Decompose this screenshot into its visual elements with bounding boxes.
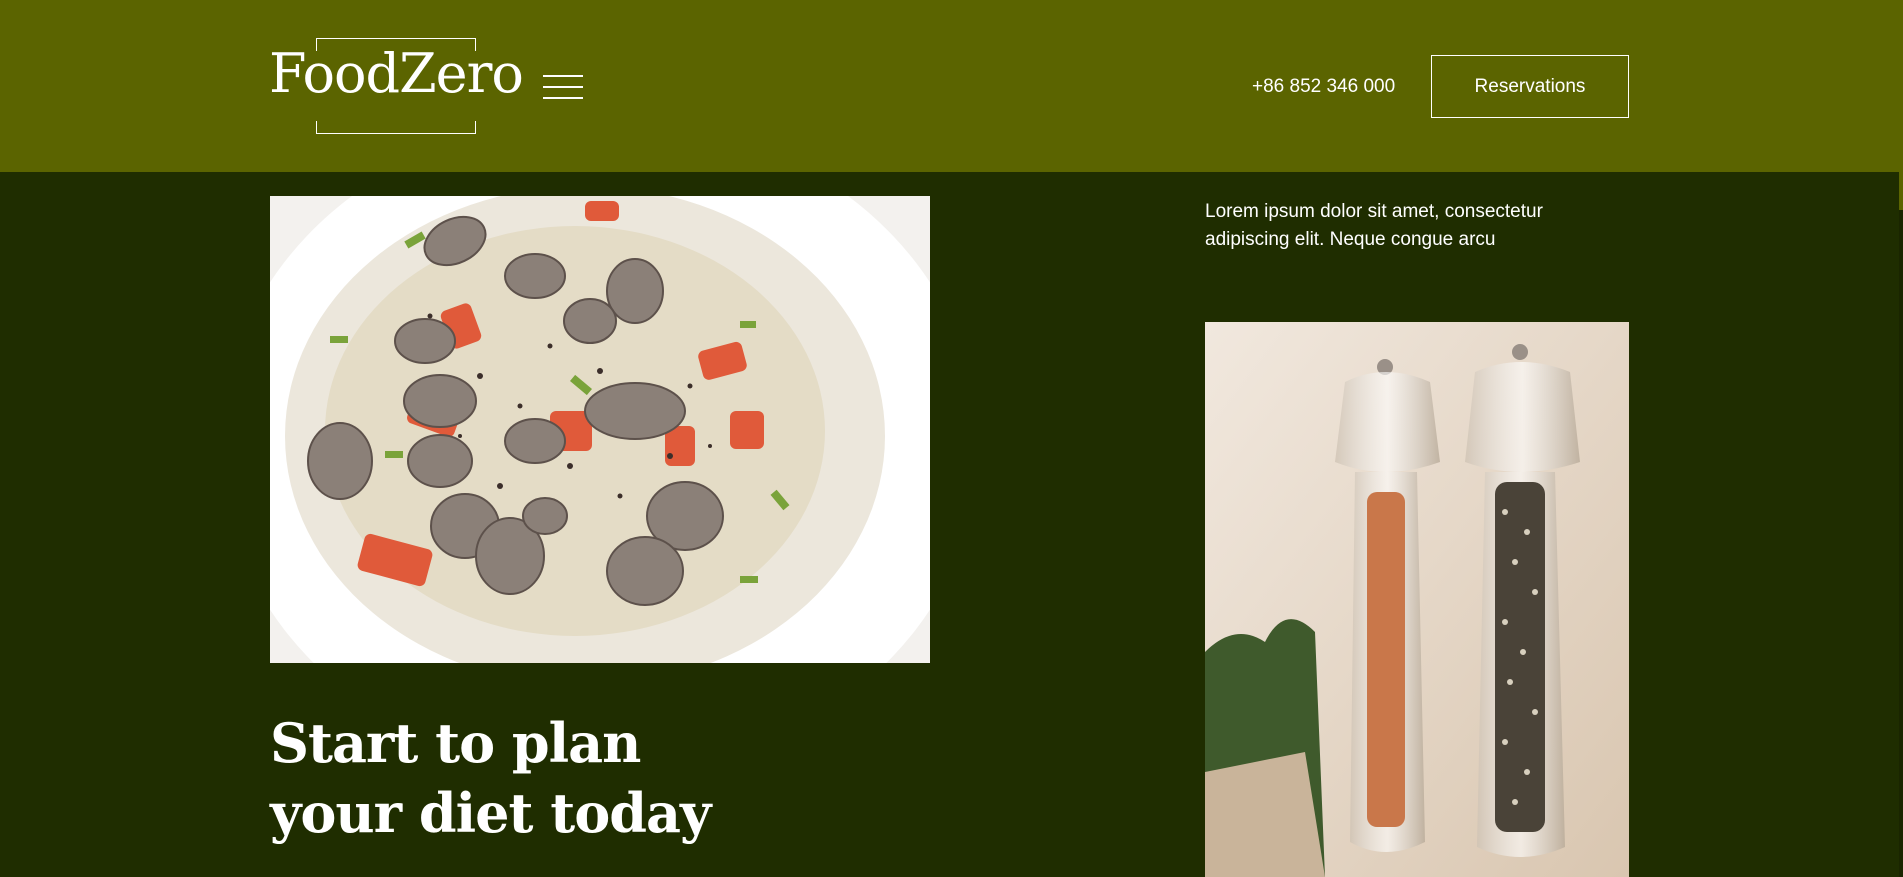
hero-headline: Start to plan your diet today xyxy=(270,708,870,848)
logo-text: FoodZero xyxy=(269,42,524,105)
logo[interactable]: FoodZero xyxy=(269,37,549,137)
salt-pepper-mills-image xyxy=(1205,322,1629,877)
site-header: FoodZero +86 852 346 000 Reservations xyxy=(0,0,1903,172)
phone-number[interactable]: +86 852 346 000 xyxy=(1252,76,1395,98)
reservations-button[interactable]: Reservations xyxy=(1431,55,1629,118)
headline-line-1: Start to plan xyxy=(270,711,641,775)
headline-line-2: your diet today xyxy=(270,781,711,845)
intro-paragraph: Lorem ipsum dolor sit amet, consectetur … xyxy=(1205,201,1543,250)
clam-chowder-image xyxy=(270,196,930,663)
scrollbar-track[interactable] xyxy=(1899,0,1903,877)
hamburger-menu-icon[interactable] xyxy=(543,75,583,99)
scrollbar-thumb[interactable] xyxy=(1899,0,1903,210)
